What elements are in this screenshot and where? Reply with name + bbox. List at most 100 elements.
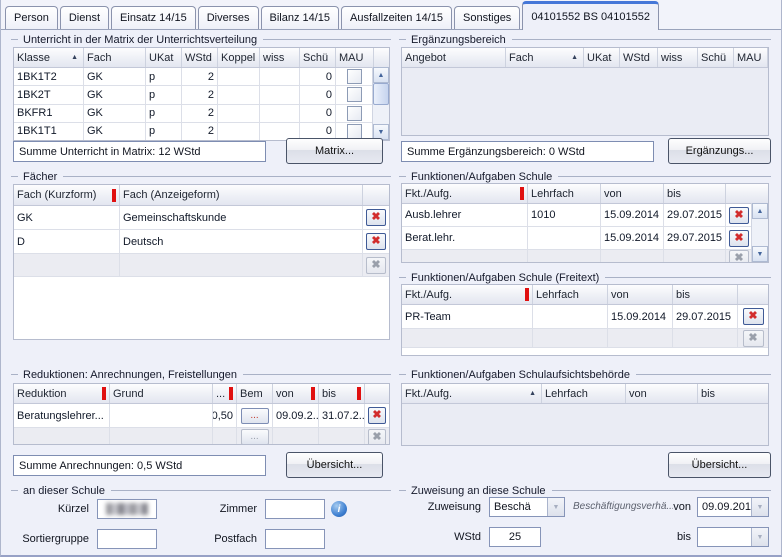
table-row-empty[interactable]: ... ✖	[14, 428, 389, 445]
fs-col-von[interactable]: von	[601, 184, 664, 203]
mau-checkbox[interactable]	[347, 106, 362, 121]
table-row[interactable]: Beratungslehrer... 0,50 ... 09.09.2... 3…	[14, 404, 389, 428]
matrix-button[interactable]: Matrix...	[286, 138, 383, 164]
von-date-combobox[interactable]: 09.09.2011 ▼	[697, 497, 769, 517]
scroll-up-icon[interactable]: ▲	[752, 203, 768, 219]
delete-row-button[interactable]: ✖	[729, 207, 749, 224]
delete-row-button[interactable]: ✖	[368, 407, 386, 424]
fa-col-von[interactable]: von	[626, 384, 698, 403]
reduktionen-col-grund[interactable]: Grund	[110, 384, 213, 403]
reduktionen-col-reduktion[interactable]: Reduktion	[14, 384, 110, 403]
matrix-col-schue[interactable]: Schü	[300, 48, 336, 67]
tab-diverses[interactable]: Diverses	[198, 6, 259, 29]
matrix-col-klasse[interactable]: Klasse▲	[14, 48, 84, 67]
table-row[interactable]: D Deutsch ✖	[14, 230, 389, 254]
tab-einsatz[interactable]: Einsatz 14/15	[111, 6, 196, 29]
postfach-field[interactable]	[265, 529, 325, 549]
mau-checkbox[interactable]	[347, 87, 362, 102]
fs-col-bis[interactable]: bis	[664, 184, 726, 203]
table-row[interactable]: Berat.lehr. 15.09.2014 29.07.2015 ✖	[402, 227, 768, 250]
fa-col-fkt[interactable]: Fkt./Aufg.▲	[402, 384, 542, 403]
delete-row-button[interactable]: ✖	[366, 233, 386, 250]
ergaenzung-col-schue[interactable]: Schü	[698, 48, 734, 67]
tab-school-active[interactable]: 04101552 BS 04101552	[522, 1, 659, 30]
ff-col-lehrfach[interactable]: Lehrfach	[533, 285, 608, 304]
table-row[interactable]: 1BK2T GK p 2 0	[14, 86, 389, 104]
mau-checkbox[interactable]	[347, 69, 362, 84]
uebersicht-button-left[interactable]: Übersicht...	[286, 452, 383, 478]
matrix-col-ukat[interactable]: UKat	[146, 48, 182, 67]
zimmer-field[interactable]	[265, 499, 325, 519]
matrix-col-wstd[interactable]: WStd	[182, 48, 218, 67]
matrix-col-fach[interactable]: Fach	[84, 48, 146, 67]
uebersicht-button-right[interactable]: Übersicht...	[668, 452, 771, 478]
matrix-sum-box: Summe Unterricht in Matrix: 12 WStd	[13, 141, 266, 162]
ff-col-bis[interactable]: bis	[673, 285, 738, 304]
matrix-col-koppel[interactable]: Koppel	[218, 48, 260, 67]
reduktionen-col-wert[interactable]: ...	[213, 384, 237, 403]
ergaenzung-col-mau[interactable]: MAU	[734, 48, 768, 67]
ergaenzung-col-wstd[interactable]: WStd	[620, 48, 658, 67]
bis-date-combobox[interactable]: ▼	[697, 527, 769, 547]
table-row[interactable]: BKFR1 GK p 2 0	[14, 105, 389, 123]
table-row-empty[interactable]: ✖	[402, 250, 768, 263]
tab-sonstiges[interactable]: Sonstiges	[454, 6, 520, 29]
von-date-value: 09.09.2011	[698, 498, 751, 516]
fs-col-fkt[interactable]: Fkt./Aufg.	[402, 184, 528, 203]
application-window: Person Dienst Einsatz 14/15 Diverses Bil…	[0, 0, 782, 557]
delete-row-button[interactable]: ✖	[366, 209, 386, 226]
funktionen-aufsicht-table: Fkt./Aufg.▲ Lehrfach von bis	[401, 383, 769, 446]
chevron-down-icon[interactable]: ▼	[751, 498, 768, 516]
group-matrix-title: Unterricht in der Matrix der Unterrichts…	[23, 34, 263, 46]
table-row[interactable]: 1BK1T2 GK p 2 0	[14, 68, 389, 86]
info-icon[interactable]: i	[331, 501, 347, 517]
table-row-empty[interactable]: ✖	[402, 329, 768, 348]
tab-person[interactable]: Person	[5, 6, 58, 29]
faecher-col-kurzform[interactable]: Fach (Kurzform)	[14, 185, 120, 205]
ergaenzung-col-fach[interactable]: Fach▲	[506, 48, 584, 67]
matrix-col-mau[interactable]: MAU	[336, 48, 374, 67]
sort-asc-icon: ▲	[529, 390, 538, 397]
faecher-col-anzeigeform[interactable]: Fach (Anzeigeform)	[120, 185, 363, 205]
fa-col-lehrfach[interactable]: Lehrfach	[542, 384, 626, 403]
scroll-down-icon[interactable]: ▼	[752, 246, 768, 262]
kuerzel-label: Kürzel	[13, 499, 89, 519]
reduktionen-col-von[interactable]: von	[273, 384, 319, 403]
delete-row-button[interactable]: ✖	[729, 230, 749, 247]
fs-col-lehrfach[interactable]: Lehrfach	[528, 184, 601, 203]
table-row[interactable]: PR-Team 15.09.2014 29.07.2015 ✖	[402, 305, 768, 329]
fa-col-bis[interactable]: bis	[698, 384, 769, 403]
ergaenzungs-button[interactable]: Ergänzungs...	[668, 138, 771, 164]
sortiergruppe-field[interactable]	[97, 529, 157, 549]
table-row[interactable]: Ausb.lehrer 1010 15.09.2014 29.07.2015 ✖	[402, 204, 768, 227]
zuweisung-value: Beschä	[490, 498, 547, 516]
wstd-field[interactable]	[489, 527, 541, 547]
required-marker	[102, 387, 106, 400]
zuweisung-combobox[interactable]: Beschä ▼	[489, 497, 565, 517]
matrix-col-wiss[interactable]: wiss	[260, 48, 300, 67]
reduktionen-col-bis[interactable]: bis	[319, 384, 365, 403]
tab-bilanz[interactable]: Bilanz 14/15	[261, 6, 340, 29]
delete-row-button[interactable]: ✖	[743, 308, 764, 325]
ergaenzung-col-angebot[interactable]: Angebot	[402, 48, 506, 67]
chevron-down-icon[interactable]: ▼	[547, 498, 564, 516]
table-row[interactable]: GK Gemeinschaftskunde ✖	[14, 206, 389, 230]
tab-ausfallzeiten[interactable]: Ausfallzeiten 14/15	[341, 6, 452, 29]
scroll-up-icon[interactable]: ▲	[373, 67, 389, 83]
ff-col-fkt[interactable]: Fkt./Aufg.	[402, 285, 533, 304]
funktionen-schule-scrollbar[interactable]: ▲ ▼	[751, 203, 768, 262]
tab-dienst[interactable]: Dienst	[60, 6, 109, 29]
ff-col-von[interactable]: von	[608, 285, 673, 304]
kuerzel-field[interactable]	[97, 499, 157, 519]
ergaenzung-col-wiss[interactable]: wiss	[658, 48, 698, 67]
group-ergaenzungsbereich-title: Ergänzungsbereich	[411, 34, 512, 46]
ergaenzung-col-ukat[interactable]: UKat	[584, 48, 620, 67]
chevron-down-icon[interactable]: ▼	[751, 528, 768, 546]
table-row-empty[interactable]: ✖	[14, 254, 389, 277]
matrix-scrollbar[interactable]: ▲ ▼	[372, 67, 389, 140]
reduktionen-col-bem[interactable]: Bem	[237, 384, 273, 403]
group-funktionen-freitext: Funktionen/Aufgaben Schule (Freitext)	[399, 271, 771, 284]
mau-checkbox[interactable]	[347, 124, 362, 139]
scrollbar-thumb[interactable]	[373, 83, 389, 105]
bemerkung-button[interactable]: ...	[241, 408, 269, 424]
